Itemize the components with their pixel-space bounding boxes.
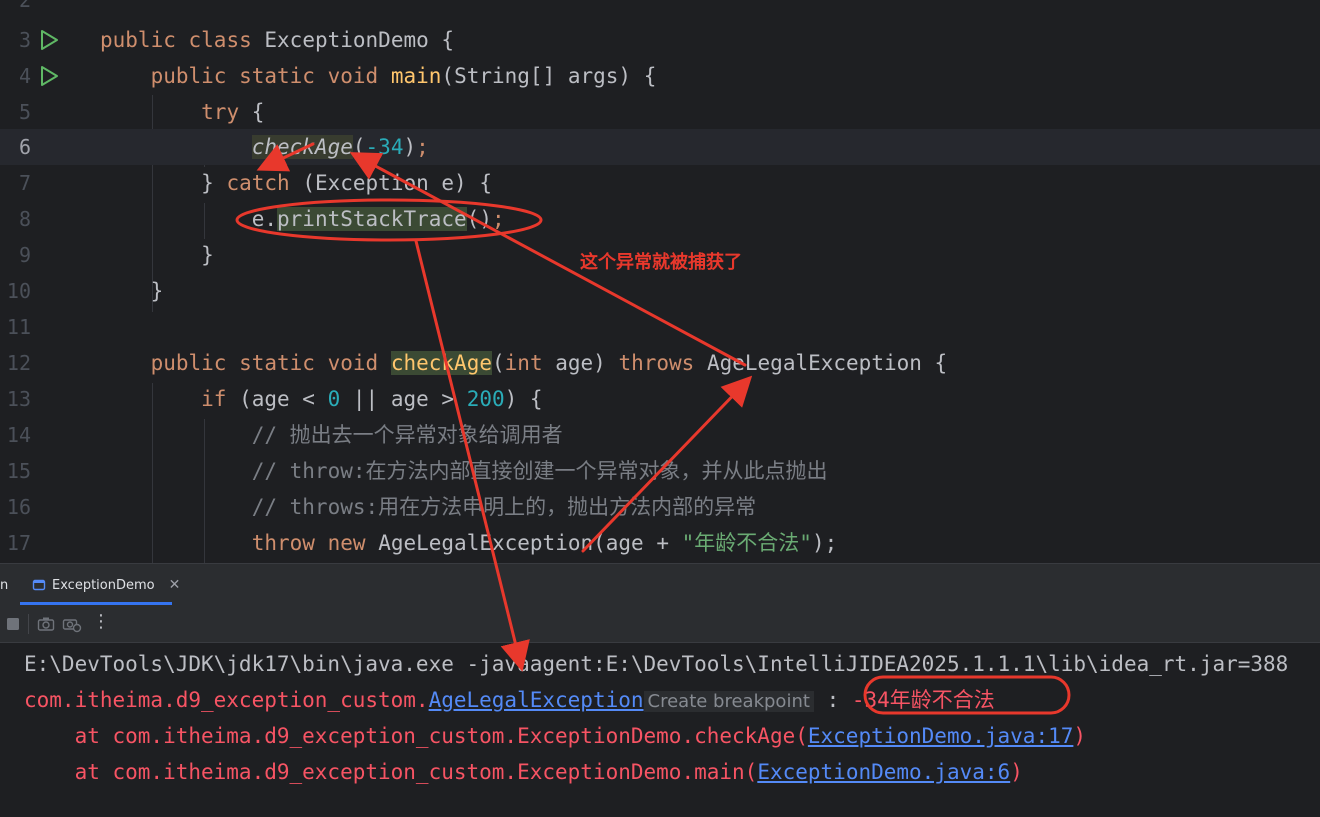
stack-trace-link[interactable]: ExceptionDemo.java:6 <box>757 760 1010 784</box>
code-text: public static void main(String[] args) { <box>150 64 657 88</box>
code-text: try { <box>201 100 265 124</box>
run-config-icon <box>32 579 46 591</box>
line-number: 14 <box>6 423 31 447</box>
tab-partial[interactable]: n <box>0 564 8 606</box>
code-line[interactable]: 13 if (age < 0 || age > 200) { <box>0 381 1320 417</box>
line-number: 11 <box>6 315 31 339</box>
console-output[interactable]: E:\DevTools\JDK\jdk17\bin\java.exe -java… <box>0 643 1320 817</box>
run-gutter-icon[interactable] <box>38 65 60 87</box>
code-line[interactable]: 5 try { <box>0 94 1320 130</box>
code-text: } catch (Exception e) { <box>201 171 492 195</box>
stack-trace-line: at com.itheima.d9_exception_custom.Excep… <box>24 760 1023 784</box>
code-text: checkAge(-34); <box>251 135 429 159</box>
console-command-line: E:\DevTools\JDK\jdk17\bin\java.exe -java… <box>24 652 1289 676</box>
camera-settings-icon[interactable] <box>62 615 82 633</box>
code-line[interactable]: 10 } <box>0 273 1320 309</box>
exception-class-link[interactable]: AgeLegalException <box>429 688 644 712</box>
line-number: 8 <box>18 207 31 231</box>
line-number: 6 <box>18 135 31 159</box>
create-breakpoint-hint[interactable]: Create breakpoint <box>643 691 814 712</box>
line-number: 3 <box>18 28 31 52</box>
code-line[interactable]: 11 <box>0 309 1320 345</box>
code-line[interactable]: 7 } catch (Exception e) { <box>0 165 1320 201</box>
line-number: 13 <box>6 387 31 411</box>
code-text: e.printStackTrace(); <box>251 207 505 231</box>
code-text: } <box>201 243 214 267</box>
code-line[interactable]: 14 // 抛出去一个异常对象给调用者 <box>0 417 1320 453</box>
code-line-current[interactable]: 6 checkAge(-34); <box>0 129 1320 165</box>
toolbar-divider <box>28 614 29 634</box>
line-number: 4 <box>18 64 31 88</box>
line-number: 7 <box>18 171 31 195</box>
close-icon[interactable]: ✕ <box>169 577 181 593</box>
annotation-label: 这个异常就被捕获了 <box>580 252 742 273</box>
line-number: 12 <box>6 351 31 375</box>
active-tab-indicator <box>20 602 172 605</box>
code-line[interactable]: 4 public static void main(String[] args)… <box>0 58 1320 94</box>
exception-message: -34年龄不合法 <box>851 688 995 712</box>
code-text: if (age < 0 || age > 200) { <box>201 387 543 411</box>
line-number: 16 <box>6 495 31 519</box>
line-number: 17 <box>6 531 31 555</box>
code-line[interactable]: 12 public static void checkAge(int age) … <box>0 345 1320 381</box>
code-text: public static void checkAge(int age) thr… <box>150 351 948 375</box>
line-number: 10 <box>6 279 31 303</box>
line-number: 2 <box>18 0 31 12</box>
line-number: 5 <box>18 100 31 124</box>
run-gutter-icon[interactable] <box>38 29 60 51</box>
more-icon[interactable]: ⋮ <box>92 611 110 632</box>
stack-trace-link[interactable]: ExceptionDemo.java:17 <box>808 724 1074 748</box>
stop-icon[interactable] <box>6 617 20 631</box>
code-line[interactable]: 17 throw new AgeLegalException(age + "年龄… <box>0 525 1320 561</box>
code-line[interactable]: 8 e.printStackTrace(); <box>0 201 1320 237</box>
run-tool-window: n ExceptionDemo ✕ ⋮ E:\DevTools\JDK\jdk1… <box>0 563 1320 817</box>
code-text: // throw:在方法内部直接创建一个异常对象，并从此点抛出 <box>251 459 828 483</box>
line-number: 15 <box>6 459 31 483</box>
code-line[interactable]: 2 <box>0 0 1320 18</box>
code-text: } <box>150 279 164 303</box>
camera-icon[interactable] <box>37 616 55 632</box>
code-text: // 抛出去一个异常对象给调用者 <box>251 423 563 447</box>
code-text: public class ExceptionDemo { <box>100 28 455 52</box>
code-line[interactable]: 15 // throw:在方法内部直接创建一个异常对象，并从此点抛出 <box>0 453 1320 489</box>
tab-label: ExceptionDemo <box>52 577 155 593</box>
code-line[interactable]: 16 // throws:用在方法申明上的，抛出方法内部的异常 <box>0 489 1320 525</box>
code-editor[interactable]: 2 3 public class ExceptionDemo { 4 publi… <box>0 0 1320 563</box>
stack-trace-line: at com.itheima.d9_exception_custom.Excep… <box>24 724 1087 748</box>
code-text: // throws:用在方法申明上的，抛出方法内部的异常 <box>251 495 757 519</box>
console-exception-line: com.itheima.d9_exception_custom.AgeLegal… <box>24 688 995 712</box>
line-number: 9 <box>18 243 31 267</box>
run-toolbar: ⋮ <box>0 606 1320 643</box>
code-text: throw new AgeLegalException(age + "年龄不合法… <box>251 531 838 555</box>
code-line[interactable]: 3 public class ExceptionDemo { <box>0 22 1320 58</box>
run-tab-bar: n ExceptionDemo ✕ <box>0 563 1320 606</box>
tab-exception-demo[interactable]: ExceptionDemo ✕ <box>32 564 180 606</box>
